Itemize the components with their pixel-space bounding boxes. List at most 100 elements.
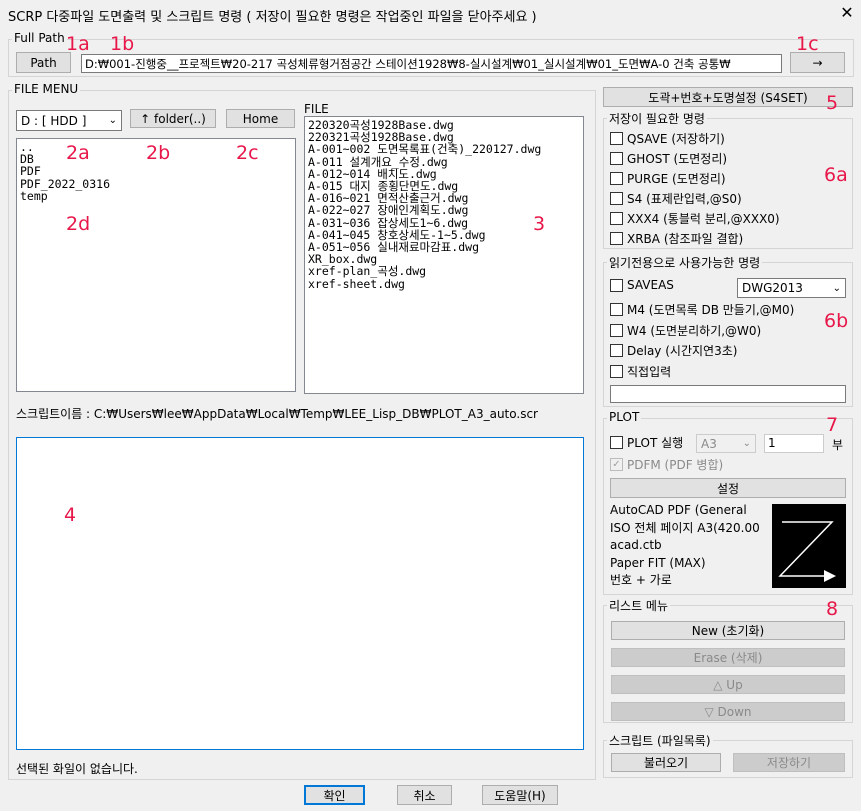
annotation-6a: 6a bbox=[824, 164, 848, 186]
paper-size-select[interactable]: A3 ⌄ bbox=[696, 434, 756, 453]
save-command-label: QSAVE (저장하기) bbox=[627, 132, 725, 146]
save-command-checkbox[interactable]: XXX4 (통블럭 분리,@XXX0) bbox=[610, 210, 780, 227]
plot-info: AutoCAD PDF (General ISO 전체 페이지 A3(420.00… bbox=[610, 502, 770, 590]
save-command-checkbox[interactable]: S4 (표제란입력,@S0) bbox=[610, 190, 742, 207]
file-list-item[interactable]: xref-plan_곡성.dwg bbox=[308, 265, 580, 277]
saveas-checkbox[interactable]: SAVEAS bbox=[610, 278, 674, 292]
load-script-button[interactable]: 불러오기 bbox=[611, 753, 721, 772]
folder-list-item[interactable]: PDF bbox=[20, 165, 292, 177]
home-button[interactable]: Home bbox=[226, 109, 295, 128]
pdfm-checkbox[interactable]: ✓ PDFM (PDF 병합) bbox=[610, 456, 723, 473]
readonly-command-checkbox[interactable]: W4 (도면분리하기,@W0) bbox=[610, 322, 761, 339]
file-list-item[interactable]: xref-sheet.dwg bbox=[308, 277, 580, 289]
annotation-2b: 2b bbox=[146, 142, 171, 164]
annotation-7: 7 bbox=[826, 414, 839, 436]
folder-list-item[interactable]: PDF_2022_0316 bbox=[20, 177, 292, 189]
checkbox-box bbox=[610, 212, 623, 225]
save-command-checkbox[interactable]: PURGE (도면정리) bbox=[610, 170, 726, 187]
pdfm-label: PDFM (PDF 병합) bbox=[627, 458, 724, 472]
go-button[interactable]: → bbox=[790, 52, 845, 73]
script-editor[interactable] bbox=[16, 437, 584, 750]
plot-info-line: acad.ctb bbox=[610, 538, 662, 552]
annotation-2a: 2a bbox=[66, 142, 90, 164]
cancel-button[interactable]: 취소 bbox=[397, 785, 452, 805]
readonly-command-label: W4 (도면분리하기,@W0) bbox=[627, 323, 762, 338]
list-menu-legend: 리스트 메뉴 bbox=[607, 597, 671, 614]
plot-legend: PLOT bbox=[607, 410, 642, 424]
help-button[interactable]: 도움말(H) bbox=[482, 785, 558, 805]
s4set-button[interactable]: 도곽+번호+도명설정 (S4SET) bbox=[603, 87, 853, 107]
file-menu-legend: FILE MENU bbox=[12, 82, 81, 96]
plot-info-line: ISO 전체 페이지 A3(420.00 bbox=[610, 520, 760, 535]
annotation-2c: 2c bbox=[236, 142, 259, 164]
save-command-label: S4 (표제란입력,@S0) bbox=[627, 192, 742, 206]
down-button[interactable]: ▽ Down bbox=[611, 702, 845, 721]
annotation-8: 8 bbox=[826, 598, 839, 620]
folder-list[interactable]: .. DB PDF PDF_2022_0316 temp bbox=[16, 138, 296, 392]
up-button[interactable]: △ Up bbox=[611, 675, 845, 694]
plot-run-checkbox[interactable]: PLOT 실행 bbox=[610, 434, 683, 451]
plot-info-line: AutoCAD PDF (General bbox=[610, 503, 747, 517]
annotation-1c: 1c bbox=[796, 33, 819, 55]
dwg-version-select[interactable]: DWG2013 ⌄ bbox=[737, 278, 846, 298]
checkmark-icon: ✓ bbox=[610, 458, 623, 471]
checkbox-box bbox=[610, 436, 623, 449]
readonly-command-label: Delay (시간지연3초) bbox=[627, 344, 738, 358]
save-script-button[interactable]: 저장하기 bbox=[733, 753, 845, 772]
path-field[interactable]: D:₩001-진행중__프로젝트₩20-217 곡성체류형거점공간 스테이션19… bbox=[81, 54, 782, 73]
checkbox-box bbox=[610, 364, 623, 378]
readonly-command-label: 직접입력 bbox=[627, 364, 672, 379]
file-list-item[interactable]: A-001~002 도면목록표(건축)_220127.dwg bbox=[308, 143, 580, 155]
file-list-item[interactable]: A-011 설계개요_수정.dwg bbox=[308, 155, 580, 167]
plot-settings-button[interactable]: 설정 bbox=[610, 478, 846, 498]
folder-up-button[interactable]: ↑ folder(..) bbox=[130, 109, 216, 128]
script-file-legend: 스크립트 (파일목록) bbox=[607, 732, 713, 749]
chevron-down-icon: ⌄ bbox=[108, 115, 117, 126]
ok-button[interactable]: 확인 bbox=[304, 785, 365, 805]
checkbox-box bbox=[610, 152, 623, 165]
annotation-4: 4 bbox=[64, 504, 77, 526]
path-button[interactable]: Path bbox=[16, 52, 71, 73]
save-command-label: XRBA (참조파일 결합) bbox=[627, 232, 744, 246]
readonly-command-checkbox[interactable]: M4 (도면목록 DB 만들기,@M0) bbox=[610, 301, 794, 318]
checkbox-box bbox=[610, 278, 623, 292]
erase-button[interactable]: Erase (삭제) bbox=[611, 648, 845, 667]
paper-size-value: A3 bbox=[701, 436, 717, 451]
annotation-1a: 1a bbox=[66, 33, 90, 55]
close-icon[interactable]: ✕ bbox=[836, 2, 858, 24]
full-path-legend: Full Path bbox=[12, 31, 67, 45]
save-command-checkbox[interactable]: GHOST (도면정리) bbox=[610, 150, 727, 167]
drive-select[interactable]: D : [ HDD ] ⌄ bbox=[16, 110, 122, 131]
plot-run-label: PLOT 실행 bbox=[627, 436, 684, 450]
plot-preview-image bbox=[772, 504, 846, 588]
chevron-down-icon: ⌄ bbox=[742, 438, 751, 449]
save-commands-legend: 저장이 필요한 명령 bbox=[607, 110, 707, 127]
checkbox-box bbox=[610, 303, 623, 316]
drive-select-value: D : [ HDD ] bbox=[21, 113, 87, 128]
save-command-label: GHOST (도면정리) bbox=[627, 152, 728, 166]
plot-info-line: Paper FIT (MAX) bbox=[610, 555, 706, 570]
z-arrow-icon bbox=[778, 521, 836, 582]
status-text: 선택된 화일이 없습니다. bbox=[16, 762, 138, 776]
save-command-checkbox[interactable]: QSAVE (저장하기) bbox=[610, 130, 725, 147]
new-button[interactable]: New (초기화) bbox=[611, 621, 845, 640]
checkbox-box bbox=[610, 323, 623, 337]
readonly-commands-legend: 읽기전용으로 사용가능한 명령 bbox=[607, 254, 763, 271]
dwg-version-value: DWG2013 bbox=[742, 281, 803, 295]
readonly-command-checkbox[interactable]: Delay (시간지연3초) bbox=[610, 342, 737, 359]
annotation-2d: 2d bbox=[66, 213, 91, 235]
file-list[interactable]: 220320곡성1928Base.dwg 220321곡성1928Base.dwg… bbox=[304, 116, 584, 394]
saveas-label: SAVEAS bbox=[627, 278, 674, 292]
plot-info-line: 번호 + 가로 bbox=[610, 573, 672, 587]
folder-list-item[interactable]: temp bbox=[20, 190, 292, 202]
file-list-label: FILE bbox=[304, 102, 329, 116]
annotation-3: 3 bbox=[533, 213, 546, 235]
readonly-command-checkbox[interactable]: 직접입력 bbox=[610, 363, 671, 380]
direct-input-field[interactable] bbox=[610, 385, 846, 403]
copies-field[interactable]: 1 bbox=[764, 434, 824, 453]
save-command-checkbox[interactable]: XRBA (참조파일 결합) bbox=[610, 230, 743, 247]
save-command-label: PURGE (도면정리) bbox=[627, 172, 726, 186]
checkbox-box bbox=[610, 172, 623, 185]
checkbox-box bbox=[610, 232, 623, 245]
save-command-label: XXX4 (통블럭 분리,@XXX0) bbox=[627, 212, 780, 226]
